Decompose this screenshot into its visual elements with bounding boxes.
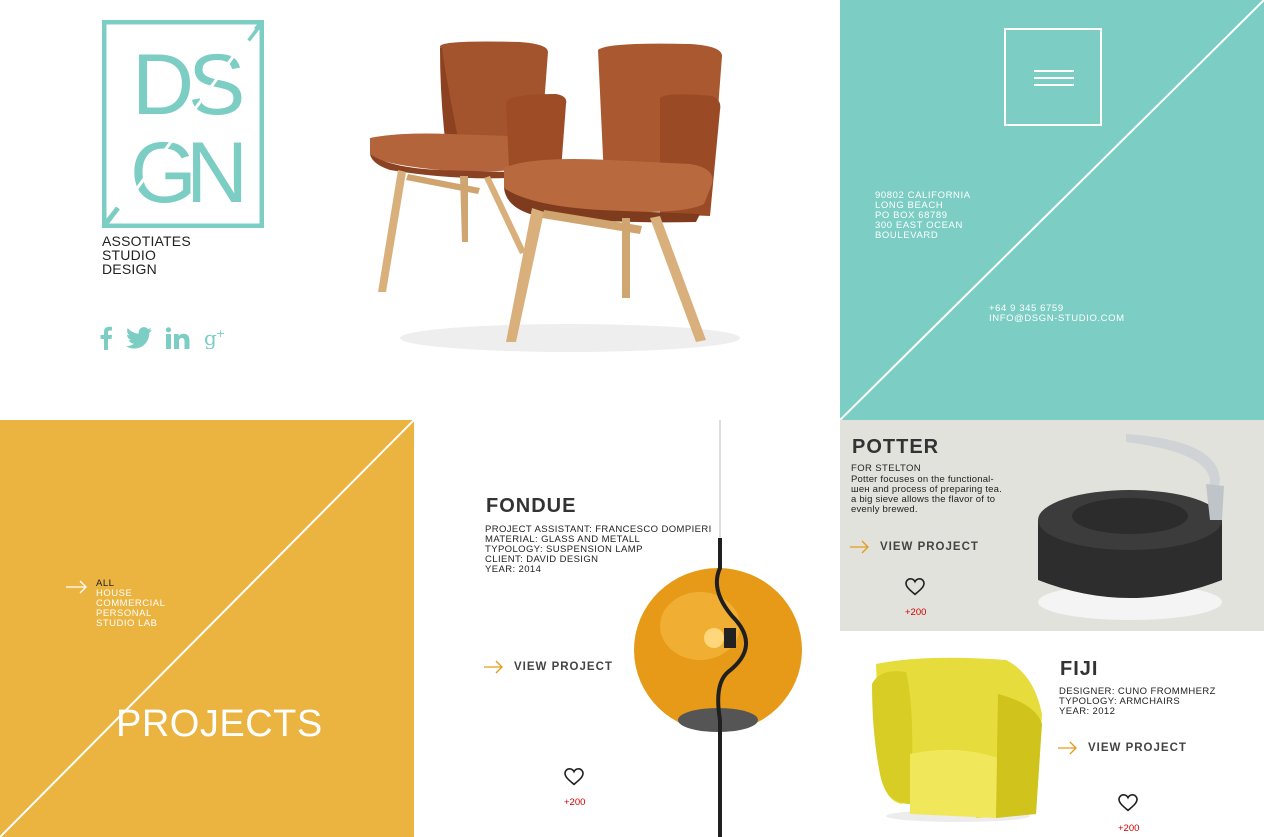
email-link[interactable]: INFO@DSGN-STUDIO.COM xyxy=(989,314,1125,324)
menu-button[interactable] xyxy=(1004,28,1102,126)
potter-title: POTTER xyxy=(852,436,940,458)
projects-panel xyxy=(0,420,414,837)
address-line: BOULEVARD xyxy=(875,230,939,241)
tagline-line: STUDIO xyxy=(102,247,157,263)
logo-letter-n: N xyxy=(186,125,248,221)
fondue-likes: +200 xyxy=(564,797,586,808)
contact-block: +64 9 345 6759 INFO@DSGN-STUDIO.COM xyxy=(989,304,1125,324)
view-project-label: VIEW PROJECT xyxy=(880,541,979,553)
filter-studio-lab[interactable]: STUDIO LAB xyxy=(96,619,165,629)
dsgn-logo[interactable]: D S G N xyxy=(102,20,264,228)
meta-line: YEAR: 2014 xyxy=(485,564,542,575)
fiji-likes: +200 xyxy=(1118,823,1140,834)
arrow-right-icon xyxy=(1058,741,1077,755)
logo-letter-d: D xyxy=(132,37,194,133)
linkedin-icon[interactable] xyxy=(165,327,190,354)
twitter-icon[interactable] xyxy=(126,327,152,354)
facebook-icon[interactable] xyxy=(100,326,112,355)
google-plus-icon[interactable]: g + xyxy=(204,326,226,354)
potter-view-project-button[interactable]: VIEW PROJECT xyxy=(850,540,979,554)
address-block: 90802 CALIFORNIA LONG BEACH PO BOX 68789… xyxy=(875,191,971,241)
social-links: g + xyxy=(100,326,226,355)
potter-subtitle: FOR STELTON xyxy=(851,463,922,474)
heart-icon[interactable] xyxy=(564,768,584,786)
heart-icon[interactable] xyxy=(1118,794,1138,812)
fondue-lamp-image xyxy=(634,420,802,837)
view-project-label: VIEW PROJECT xyxy=(1088,742,1187,754)
potter-kettle-image xyxy=(1038,434,1224,620)
fiji-meta: DESIGNER: CUNO FROMMHERZ TYPOLOGY: ARMCH… xyxy=(1059,687,1216,717)
arrow-right-icon xyxy=(66,580,87,594)
fiji-view-project-button[interactable]: VIEW PROJECT xyxy=(1058,741,1187,755)
potter-likes: +200 xyxy=(905,607,927,618)
meta-line: YEAR: 2012 xyxy=(1059,706,1116,717)
tagline-line: ASSOTIATES xyxy=(102,233,191,249)
diagonal-line xyxy=(0,420,414,837)
fiji-title: FIJI xyxy=(1060,658,1099,680)
fondue-view-project-button[interactable]: VIEW PROJECT xyxy=(484,660,613,674)
projects-heading: PROJECTS xyxy=(116,703,323,745)
project-filters: ALL HOUSE COMMERCIAL PERSONAL STUDIO LAB xyxy=(96,579,165,629)
fondue-title: FONDUE xyxy=(486,495,577,517)
view-project-label: VIEW PROJECT xyxy=(514,661,613,673)
fondue-meta: PROJECT ASSISTANT: FRANCESCO DOMPIERI MA… xyxy=(485,525,712,575)
tagline-line: DESIGN xyxy=(102,261,157,277)
chairs-image xyxy=(370,41,740,352)
arrow-right-icon xyxy=(850,540,869,554)
svg-text:+: + xyxy=(216,327,225,340)
description-line: evenly brewed. xyxy=(851,504,918,515)
heart-icon[interactable] xyxy=(905,578,925,596)
brand-tagline: ASSOTIATES STUDIO DESIGN xyxy=(102,234,191,276)
fiji-armchair-image xyxy=(872,657,1042,822)
potter-description: Potter focuses on the functional- шен an… xyxy=(851,475,1019,515)
arrow-right-icon xyxy=(484,660,503,674)
